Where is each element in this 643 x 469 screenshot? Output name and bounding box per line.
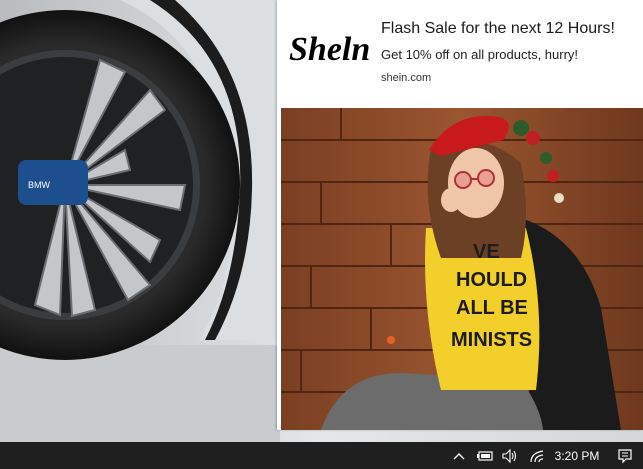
taskbar: 3:20 PM	[0, 442, 643, 469]
shirt-text-line-4: MINISTS	[451, 329, 532, 351]
ad-subline: Get 10% off on all products, hurry!	[381, 47, 579, 62]
shirt-text-line-1: VE	[473, 241, 500, 263]
shein-logo: Sheln	[289, 31, 369, 68]
shirt-text-line-2: HOULD	[456, 269, 527, 291]
network-icon	[530, 449, 544, 462]
volume-button[interactable]	[500, 442, 520, 469]
show-hidden-icons-button[interactable]	[450, 442, 468, 469]
ad-domain: shein.com	[381, 72, 432, 84]
action-center-button[interactable]	[614, 442, 636, 469]
ad-popup[interactable]: Sheln Flash Sale for the next 12 Hours! …	[277, 0, 643, 430]
battery-icon	[477, 450, 493, 461]
chevron-up-icon	[453, 452, 465, 459]
shirt-text-line-3: ALL BE	[456, 297, 528, 319]
clock[interactable]: 3:20 PM	[552, 442, 602, 469]
volume-icon	[502, 448, 517, 463]
notification-icon	[618, 448, 632, 463]
ad-header[interactable]: Sheln Flash Sale for the next 12 Hours! …	[277, 0, 643, 107]
battery-button[interactable]	[474, 442, 496, 469]
ad-headline: Flash Sale for the next 12 Hours!	[381, 20, 615, 37]
ad-image[interactable]: VE HOULD ALL BE MINISTS	[281, 108, 643, 430]
wheel-badge: BMW	[28, 180, 51, 190]
network-button[interactable]	[527, 442, 547, 469]
logo-text: Sheln	[289, 31, 369, 68]
